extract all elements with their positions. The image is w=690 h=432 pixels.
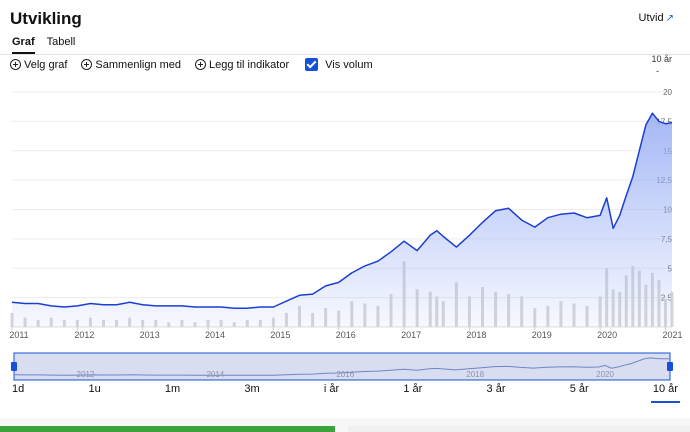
x-tick-label: 2019: [532, 330, 552, 340]
x-tick-label: 2014: [205, 330, 225, 340]
price-area: [12, 113, 672, 327]
navigator-handle-right[interactable]: [667, 362, 673, 371]
range-10y[interactable]: 10 år: [650, 383, 681, 403]
range-ytd[interactable]: i år: [324, 383, 339, 398]
navigator-year-label: 2018: [466, 370, 484, 379]
x-tick-label: 2011: [9, 330, 28, 340]
range-1y[interactable]: 1 år: [403, 383, 422, 398]
range-1u[interactable]: 1u: [88, 383, 100, 398]
x-tick-label: 2017: [401, 330, 421, 340]
x-tick-label: 2015: [270, 330, 290, 340]
range-selector: 1d 1u 1m 3m i år 1 år 3 år 5 år 10 år: [12, 383, 681, 403]
navigator-year-label: 2012: [77, 370, 95, 379]
green-footer-bar: [0, 426, 335, 432]
x-tick-label: 2020: [597, 330, 617, 340]
navigator: 2012 2014 2016 2018 2020: [11, 352, 673, 381]
x-tick-label: 2018: [466, 330, 486, 340]
navigator-handle-left[interactable]: [11, 362, 17, 371]
range-3y[interactable]: 3 år: [487, 383, 506, 398]
range-1m[interactable]: 1m: [165, 383, 180, 398]
range-3m[interactable]: 3m: [244, 383, 259, 398]
y-tick-label: 20: [663, 88, 672, 97]
range-5y[interactable]: 5 år: [570, 383, 589, 398]
x-tick-label: 2012: [74, 330, 94, 340]
range-1d[interactable]: 1d: [12, 383, 24, 398]
navigator-year-label: 2016: [336, 370, 354, 379]
navigator-year-label: 2014: [206, 370, 224, 379]
x-tick-label: 2016: [336, 330, 356, 340]
price-chart[interactable]: 2,557,51012,51517,5202011201220132014201…: [0, 0, 690, 432]
x-tick-label: 2013: [140, 330, 160, 340]
x-tick-label: 2021: [662, 330, 682, 340]
grey-footer-bar: [348, 426, 690, 432]
navigator-year-label: 2020: [596, 370, 614, 379]
